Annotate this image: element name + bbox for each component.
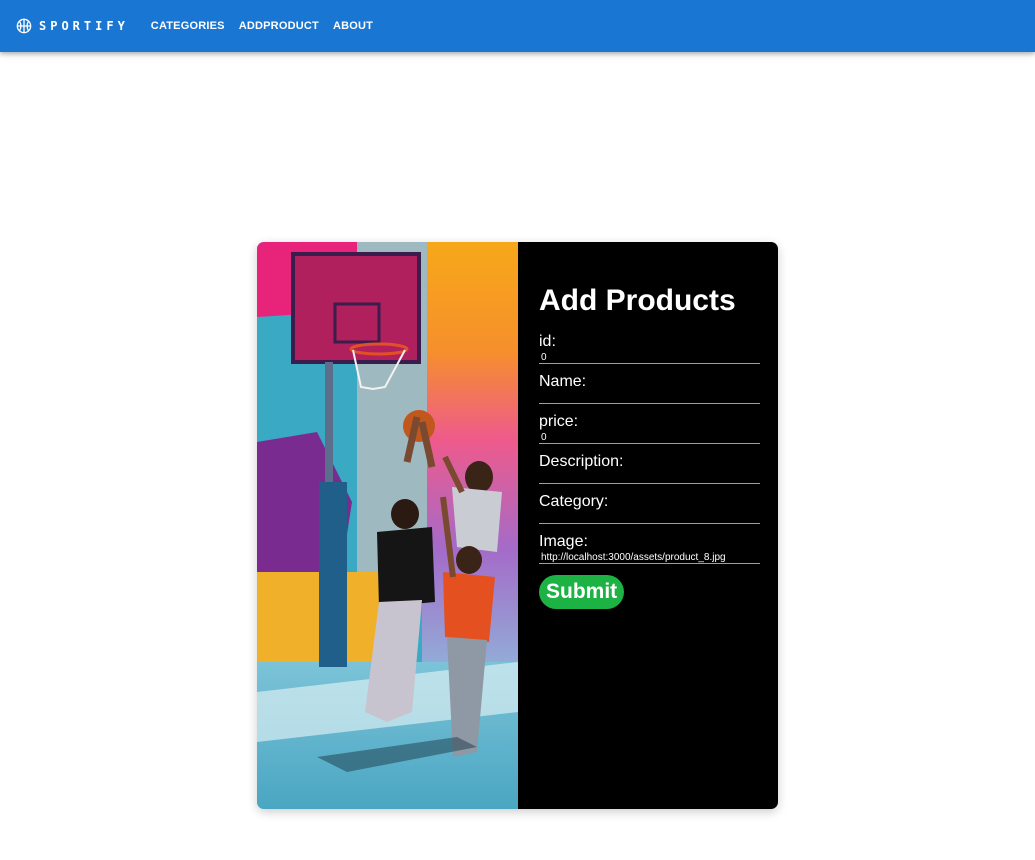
app-bar: SPORTIFY CATEGORIES ADDPRODUCT ABOUT [0, 0, 1035, 52]
id-field-group: id: [539, 332, 760, 364]
form-panel: Add Products id: Name: price: Descriptio… [518, 242, 778, 809]
category-input[interactable] [539, 511, 760, 524]
category-label: Category: [539, 493, 609, 510]
nav-about[interactable]: ABOUT [333, 20, 373, 32]
category-field-group: Category: [539, 492, 760, 524]
price-input[interactable] [539, 431, 760, 444]
nav-categories[interactable]: CATEGORIES [151, 20, 225, 32]
basketball-icon [16, 18, 32, 34]
id-label: id: [539, 333, 556, 350]
id-input[interactable] [539, 351, 760, 364]
submit-button[interactable]: Submit [539, 575, 625, 609]
brand-name: SPORTIFY [39, 19, 129, 33]
nav-addproduct[interactable]: ADDPRODUCT [239, 20, 319, 32]
price-label: price: [539, 413, 579, 430]
name-field-group: Name: [539, 372, 760, 404]
name-input[interactable] [539, 391, 760, 404]
description-input[interactable] [539, 471, 760, 484]
form-title: Add Products [539, 284, 736, 317]
image-label: Image: [539, 533, 588, 550]
description-label: Description: [539, 453, 624, 470]
image-field-group: Image: [539, 532, 760, 564]
description-field-group: Description: [539, 452, 760, 484]
add-product-card: Add Products id: Name: price: Descriptio… [257, 242, 778, 809]
brand-logo[interactable]: SPORTIFY [16, 18, 129, 34]
name-label: Name: [539, 373, 587, 390]
image-url-input[interactable] [539, 551, 760, 564]
basketball-photo [257, 242, 518, 809]
price-field-group: price: [539, 412, 760, 444]
